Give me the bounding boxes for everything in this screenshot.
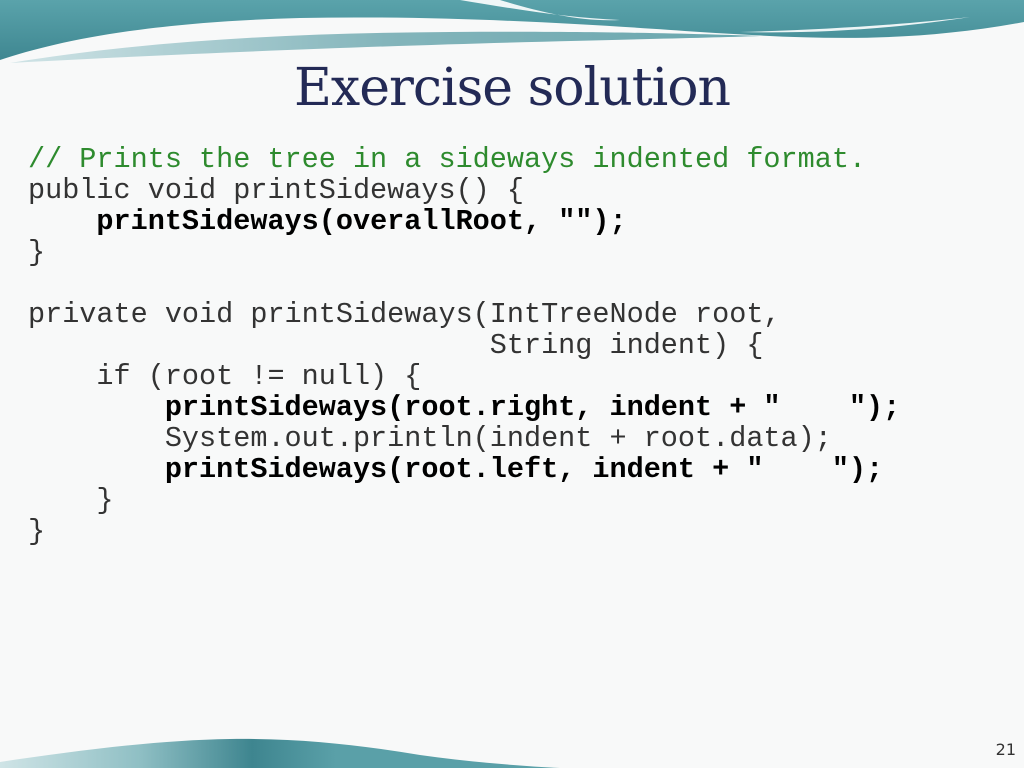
code-line: String indent) { — [28, 330, 900, 361]
code-highlight: printSideways(root.left, indent + " "); — [164, 453, 884, 486]
code-line: printSideways(root.right, indent + " "); — [28, 392, 900, 423]
code-line: } — [28, 237, 900, 268]
footer-wave-decoration — [0, 738, 560, 768]
code-text: } — [28, 236, 46, 269]
code-text: if (root != null) { — [28, 360, 422, 393]
code-line: if (root != null) { — [28, 361, 900, 392]
code-line: } — [28, 516, 900, 547]
code-text: public void printSideways() { — [28, 174, 524, 207]
page-number: 21 — [995, 740, 1016, 759]
code-line: // Prints the tree in a sideways indente… — [28, 144, 900, 175]
slide-title: Exercise solution — [293, 58, 731, 118]
code-text: System.out.println(indent + root.data); — [28, 422, 832, 455]
code-highlight: printSideways(root.right, indent + " "); — [164, 391, 901, 424]
code-comment: // Prints the tree in a sideways indente… — [28, 143, 867, 176]
code-line: printSideways(overallRoot, ""); — [28, 206, 900, 237]
code-text: } — [28, 484, 114, 517]
code-block: // Prints the tree in a sideways indente… — [28, 144, 900, 547]
code-highlight: printSideways(overallRoot, ""); — [96, 205, 627, 238]
code-line: private void printSideways(IntTreeNode r… — [28, 299, 900, 330]
code-text: private void printSideways(IntTreeNode r… — [28, 298, 781, 331]
code-line: System.out.println(indent + root.data); — [28, 423, 900, 454]
code-line: public void printSideways() { — [28, 175, 900, 206]
code-text: } — [28, 515, 46, 548]
code-text: String indent) { — [28, 329, 764, 362]
code-line: } — [28, 485, 900, 516]
code-line: printSideways(root.left, indent + " "); — [28, 454, 900, 485]
